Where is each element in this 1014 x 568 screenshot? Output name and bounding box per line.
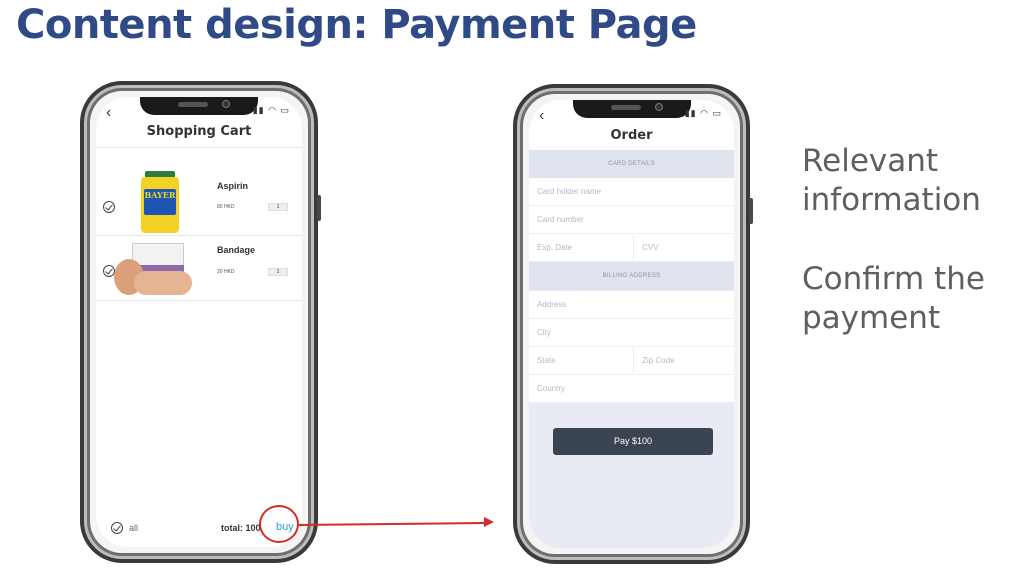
product-name: Aspirin bbox=[217, 181, 249, 191]
quantity-input[interactable]: 1 bbox=[268, 268, 288, 276]
product-price: 80 HKD bbox=[217, 204, 235, 210]
country-field[interactable]: Country bbox=[529, 375, 734, 403]
address-field[interactable]: Address bbox=[529, 291, 734, 319]
cvv-field[interactable]: CVV bbox=[633, 234, 734, 262]
select-all-label[interactable]: all bbox=[129, 523, 138, 533]
pay-button[interactable]: Pay $100 bbox=[553, 428, 713, 455]
cart-phone-frame: ‹ ▮▮ ◠ ▭ Shopping Cart BAYER Aspirin 80 … bbox=[80, 81, 321, 563]
phone-notch bbox=[572, 100, 691, 118]
aspirin-image: BAYER bbox=[141, 171, 179, 235]
card-number-field[interactable]: Card number bbox=[529, 206, 734, 234]
cart-title: Shopping Cart bbox=[146, 124, 252, 139]
exp-date-field[interactable]: Exp. Date bbox=[529, 234, 633, 262]
state-field[interactable]: State bbox=[529, 347, 633, 375]
phone-side-button bbox=[317, 195, 321, 221]
phone-side-button bbox=[749, 198, 753, 224]
aspirin-brand-label: BAYER bbox=[144, 189, 176, 215]
product-name: Bandage bbox=[217, 245, 256, 255]
order-phone-frame: ‹ ▮▮ ◠ ▭ Order CARD DETAILS Card holder … bbox=[513, 84, 753, 564]
divider bbox=[96, 300, 302, 301]
slide-title: Content design: Payment Page bbox=[16, 2, 697, 48]
cart-screen: ‹ ▮▮ ◠ ▭ Shopping Cart BAYER Aspirin 80 … bbox=[96, 97, 302, 547]
buy-highlight-circle bbox=[259, 505, 299, 543]
bullet-item: Confirm the payment bbox=[802, 261, 985, 336]
city-field[interactable]: City bbox=[529, 319, 734, 347]
divider bbox=[96, 147, 302, 148]
total-label: total: 100 bbox=[221, 523, 261, 533]
billing-address-header: BILLING ADDRESS bbox=[529, 262, 734, 290]
zip-code-field[interactable]: Zip Code bbox=[633, 347, 734, 375]
flow-arrow-line bbox=[298, 522, 485, 526]
bandage-image bbox=[114, 243, 194, 299]
quantity-input[interactable]: 1 bbox=[268, 203, 288, 211]
flow-arrow-head bbox=[484, 517, 494, 527]
status-icons: ▮▮ ◠ ▭ bbox=[252, 105, 290, 115]
order-title: Order bbox=[610, 128, 653, 143]
order-screen: ‹ ▮▮ ◠ ▭ Order CARD DETAILS Card holder … bbox=[529, 100, 734, 548]
card-holder-field[interactable]: Card holder name bbox=[529, 178, 734, 206]
bullet-item: Relevant information bbox=[802, 143, 981, 218]
phone-notch bbox=[140, 97, 258, 115]
back-icon[interactable]: ‹ bbox=[539, 108, 555, 124]
status-icons: ▮▮ ◠ ▭ bbox=[684, 108, 722, 118]
card-details-header: CARD DETAILS bbox=[529, 150, 734, 178]
divider bbox=[96, 235, 302, 236]
item-check-icon[interactable] bbox=[103, 201, 115, 213]
back-icon[interactable]: ‹ bbox=[106, 105, 122, 121]
select-all-check-icon[interactable] bbox=[111, 522, 123, 534]
bullet-list: Relevant information Confirm the payment bbox=[802, 142, 1012, 378]
product-price: 20 HKD bbox=[217, 269, 235, 275]
